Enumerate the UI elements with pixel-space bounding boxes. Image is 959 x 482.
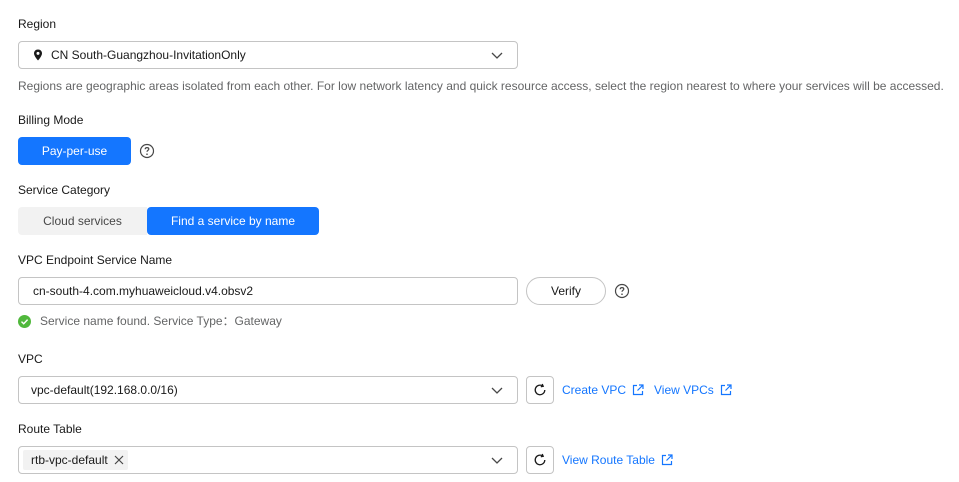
refresh-icon	[534, 453, 546, 466]
refresh-icon	[534, 383, 546, 396]
endpoint-service-input[interactable]: cn-south-4.com.myhuaweicloud.v4.obsv2	[18, 277, 518, 305]
close-icon[interactable]	[114, 455, 124, 465]
refresh-vpc-button[interactable]	[526, 376, 554, 404]
success-check-icon	[18, 314, 31, 328]
service-status: Service name found. Service Type：Gateway	[18, 314, 282, 328]
tab-cloud-services[interactable]: Cloud services	[18, 207, 147, 235]
service-status-text: Service name found. Service Type：Gateway	[40, 314, 282, 328]
view-vpcs-link[interactable]: View VPCs	[654, 383, 732, 397]
region-label: Region	[18, 17, 57, 31]
pay-per-use-button[interactable]: Pay-per-use	[18, 137, 131, 165]
create-vpc-link[interactable]: Create VPC	[562, 383, 644, 397]
view-route-table-label: View Route Table	[562, 453, 655, 467]
vpc-label: VPC	[18, 352, 43, 366]
chevron-down-icon	[491, 52, 503, 59]
chevron-down-icon	[491, 387, 503, 394]
route-table-tag: rtb-vpc-default	[23, 450, 128, 470]
help-icon[interactable]	[614, 283, 630, 299]
region-select[interactable]: CN South-Guangzhou-InvitationOnly	[18, 41, 518, 69]
verify-button[interactable]: Verify	[526, 277, 606, 305]
chevron-down-icon	[491, 457, 503, 464]
vpc-select[interactable]: vpc-default(192.168.0.0/16)	[18, 376, 518, 404]
route-table-label: Route Table	[18, 422, 82, 436]
endpoint-service-value: cn-south-4.com.myhuaweicloud.v4.obsv2	[33, 284, 254, 298]
route-table-tag-label: rtb-vpc-default	[31, 453, 108, 467]
external-link-icon	[720, 384, 732, 396]
region-selected-value: CN South-Guangzhou-InvitationOnly	[51, 48, 246, 62]
external-link-icon	[661, 454, 673, 466]
refresh-route-table-button[interactable]	[526, 446, 554, 474]
location-pin-icon	[33, 49, 43, 61]
endpoint-service-label: VPC Endpoint Service Name	[18, 253, 173, 267]
billing-mode-label: Billing Mode	[18, 113, 84, 127]
help-icon[interactable]	[139, 143, 155, 159]
route-table-select[interactable]: rtb-vpc-default	[18, 446, 518, 474]
view-route-table-link[interactable]: View Route Table	[562, 453, 673, 467]
vpc-selected-value: vpc-default(192.168.0.0/16)	[31, 383, 178, 397]
create-vpc-label: Create VPC	[562, 383, 627, 397]
tab-find-by-name[interactable]: Find a service by name	[147, 207, 319, 235]
view-vpcs-label: View VPCs	[654, 383, 714, 397]
region-hint: Regions are geographic areas isolated fr…	[18, 79, 944, 93]
external-link-icon	[632, 384, 644, 396]
service-category-label: Service Category	[18, 183, 111, 197]
